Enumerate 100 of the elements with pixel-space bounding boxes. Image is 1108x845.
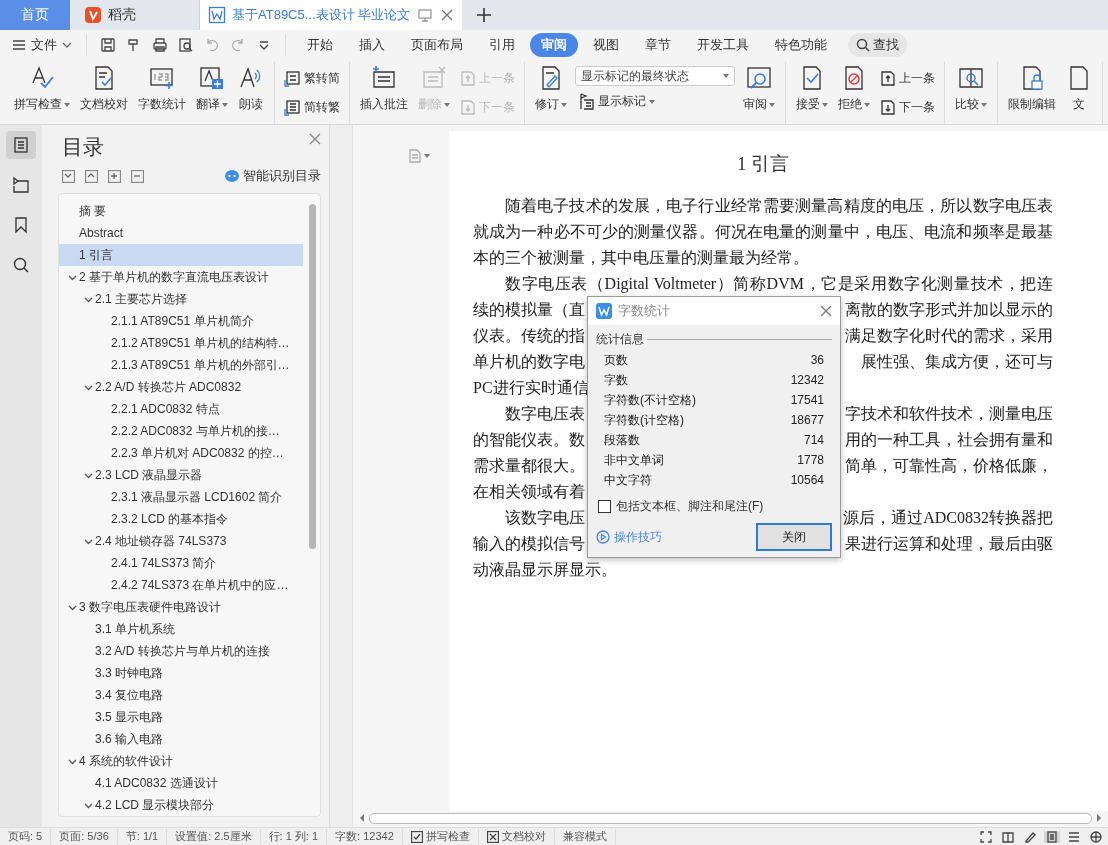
toolbar-button[interactable]: 拒绝: [834, 62, 874, 124]
toc-item[interactable]: 4.2 LCD 显示模块部分: [59, 794, 303, 816]
scroll-left-icon[interactable]: [359, 814, 365, 822]
heading: 1 引言: [735, 152, 791, 176]
toc-item[interactable]: 1 引言: [59, 244, 303, 266]
toc-item[interactable]: 2.2.1 ADC0832 特点: [59, 398, 303, 420]
toc-item[interactable]: 2.2 A/D 转换芯片 ADC0832: [59, 376, 303, 398]
toc-item[interactable]: 3 数字电压表硬件电路设计: [59, 596, 303, 618]
bookmark-icon[interactable]: [12, 216, 30, 234]
toolbar-button[interactable]: 朗读: [234, 62, 268, 124]
ribbon-tab[interactable]: 章节: [634, 33, 682, 57]
toolbar-button[interactable]: 翻译: [192, 62, 232, 124]
app-icon: [596, 303, 612, 319]
close-icon[interactable]: [820, 305, 832, 317]
ribbon-tab[interactable]: 特色功能: [764, 33, 838, 57]
toolbar-button[interactable]: 接受: [792, 62, 832, 124]
toc-item[interactable]: 2.1.3 AT89C51 单片机的外部引…: [59, 354, 303, 376]
toolbar-button[interactable]: 简转繁: [281, 98, 343, 117]
status-button[interactable]: 拼写检查: [402, 829, 479, 844]
toolbar-button[interactable]: 插入批注: [356, 62, 412, 124]
toolbar-button[interactable]: 文: [1062, 62, 1096, 124]
save-icon[interactable]: [100, 37, 116, 53]
stat-label: 字符数(计空格): [604, 411, 684, 429]
expand-icon[interactable]: [85, 169, 98, 183]
search-button[interactable]: 查找: [848, 33, 907, 57]
toc-item[interactable]: 4.1 ADC0832 选通设计: [59, 772, 303, 794]
status-text: 页码: 5: [0, 829, 52, 844]
close-icon[interactable]: [309, 133, 321, 145]
globe-icon[interactable]: [1090, 830, 1102, 843]
toc-item[interactable]: 2.3.1 液晶显示器 LCD1602 简介: [59, 486, 303, 508]
toolbar-button[interactable]: 限制编辑: [1004, 62, 1060, 124]
toc-item[interactable]: 2.4.2 74LS373 在单片机中的应…: [59, 574, 303, 596]
toc-item[interactable]: 2 基于单片机的数字直流电压表设计: [59, 266, 303, 288]
toc-item[interactable]: 2.3.2 LCD 的基本指令: [59, 508, 303, 530]
toc-item[interactable]: 3.2 A/D 转换芯片与单片机的连接: [59, 640, 303, 662]
scrollbar[interactable]: [369, 812, 1092, 824]
fullscreen-icon[interactable]: [980, 830, 992, 843]
ribbon-tab[interactable]: 引用: [478, 33, 526, 57]
toc-item[interactable]: 4 系统的软件设计: [59, 750, 303, 772]
toolbar-button[interactable]: 繁转简: [281, 69, 343, 88]
status-text: 页面: 5/36: [51, 829, 118, 844]
toc-item[interactable]: 3.3 时钟电路: [59, 662, 303, 684]
page-view-icon[interactable]: [1046, 830, 1058, 843]
toolbar-button[interactable]: 下一条: [876, 98, 938, 117]
toc-item[interactable]: 2.1.2 AT89C51 单片机的结构特…: [59, 332, 303, 354]
toc-item[interactable]: 摘 要: [59, 200, 303, 222]
scrollbar[interactable]: [309, 204, 316, 549]
scroll-right-icon[interactable]: [1096, 814, 1102, 822]
previous-icon: [459, 70, 476, 87]
plus-icon[interactable]: [476, 7, 492, 23]
plus-icon[interactable]: [108, 169, 121, 183]
minus-icon[interactable]: [131, 169, 144, 183]
toc-item[interactable]: 2.1 主要芯片选择: [59, 288, 303, 310]
body-text: 展性强、集成方便，还可与: [861, 352, 1053, 372]
status-button[interactable]: 文档校对: [478, 829, 555, 844]
toc-item[interactable]: 2.1.1 AT89C51 单片机简介: [59, 310, 303, 332]
book-icon[interactable]: [1002, 830, 1014, 843]
stat-value: 36: [810, 353, 824, 367]
print-preview-icon[interactable]: [178, 37, 194, 53]
ribbon-tab[interactable]: 视图: [582, 33, 630, 57]
outline-icon[interactable]: [12, 136, 30, 154]
ribbon-tab[interactable]: 开发工具: [686, 33, 760, 57]
close-icon[interactable]: [440, 8, 454, 22]
file-menu[interactable]: 文件: [8, 36, 76, 54]
ribbon-tab[interactable]: 页面布局: [400, 33, 474, 57]
toc-item[interactable]: 2.2.2 ADC0832 与单片机的接…: [59, 420, 303, 442]
toc-item[interactable]: Abstract: [59, 222, 303, 244]
close-button[interactable]: 关闭: [756, 523, 832, 551]
document-tab[interactable]: 基于AT89C5...表设计 毕业论文: [200, 0, 462, 30]
toolbar-button[interactable]: 审阅: [739, 62, 779, 124]
search-icon[interactable]: [12, 256, 30, 274]
toc-item[interactable]: 3.4 复位电路: [59, 684, 303, 706]
stat-label: 字数: [604, 371, 628, 389]
chapter-icon[interactable]: [12, 176, 30, 194]
toolbar-button[interactable]: 文档校对: [76, 62, 132, 124]
ribbon-tab[interactable]: 开始: [296, 33, 344, 57]
collapse-icon[interactable]: [62, 169, 75, 183]
toolbar-button[interactable]: 显示标记: [575, 92, 735, 111]
toolbar-button[interactable]: 上一条: [876, 69, 938, 88]
dropdown-field[interactable]: 显示标记的最终状态: [575, 66, 735, 86]
toc-item[interactable]: 3.5 显示电路: [59, 706, 303, 728]
body-text: 字技术和软件技术，测量电压: [845, 404, 1053, 424]
toc-item[interactable]: 3.1 单片机系统: [59, 618, 303, 640]
checkbox[interactable]: [598, 500, 611, 513]
toc-item[interactable]: 2.2.3 单片机对 ADC0832 的控…: [59, 442, 303, 464]
smart-toc-button[interactable]: 智能识别目录: [225, 167, 321, 185]
toc-item[interactable]: 2.3 LCD 液晶显示器: [59, 464, 303, 486]
toolbar-button[interactable]: 比较: [951, 62, 991, 124]
toc-item[interactable]: 2.4 地址锁存器 74LS373: [59, 530, 303, 552]
toc-item[interactable]: 3.6 输入电路: [59, 728, 303, 750]
ribbon-tab[interactable]: 审阅: [530, 33, 578, 57]
ribbon-tab[interactable]: 插入: [348, 33, 396, 57]
toolbar-button[interactable]: 修订: [531, 62, 571, 124]
pen-icon[interactable]: [1024, 830, 1036, 843]
toolbar-button[interactable]: 拼写检查: [10, 62, 74, 124]
body-text: 随着电子技术的发展，电子行业经常需要测量高精度的电压，所以数字电压表: [504, 196, 1053, 216]
toc-item[interactable]: 2.4.1 74LS373 简介: [59, 552, 303, 574]
print-icon[interactable]: [152, 37, 168, 53]
toolbar-button[interactable]: 字数统计: [134, 62, 190, 124]
list-icon[interactable]: [1068, 830, 1080, 843]
